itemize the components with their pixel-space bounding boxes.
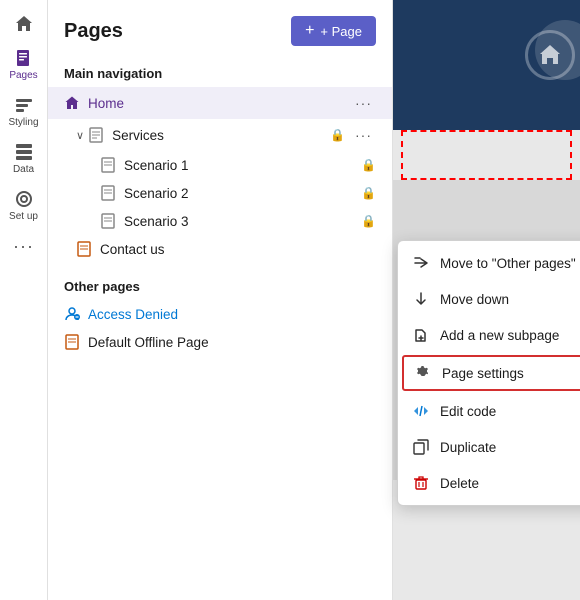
scenario2-icon [100, 185, 116, 201]
main-nav-section-label: Main navigation [48, 58, 392, 87]
add-subpage-label: Add a new subpage [440, 328, 559, 343]
move-down-label: Move down [440, 292, 509, 307]
main-panel: Pages + + Page Main navigation Home ··· … [48, 0, 393, 600]
services-nav-label: Services [112, 128, 330, 143]
scenario1-label: Scenario 1 [124, 158, 361, 173]
context-menu-item-delete[interactable]: Delete [398, 465, 580, 501]
sidebar-item-setup[interactable]: Set up [0, 183, 47, 228]
services-page-icon [88, 127, 104, 143]
sidebar-setup-label: Set up [9, 211, 38, 222]
scenario1-lock-icon: 🔒 [361, 158, 376, 172]
preview-circle-icon [525, 30, 575, 80]
sidebar-item-pages[interactable]: Pages [0, 42, 47, 87]
home-nav-label: Home [88, 96, 351, 111]
main-nav-list: Home ··· ∨ Services 🔒 ··· Scenario 1 � [48, 87, 392, 263]
offline-label: Default Offline Page [88, 335, 376, 350]
nav-item-scenario3[interactable]: Scenario 3 🔒 [48, 207, 392, 235]
home-actions: ··· [351, 93, 376, 113]
sidebar-item-more[interactable]: ··· [0, 230, 47, 263]
sidebar: Pages Styling Data Set up ··· [0, 0, 48, 600]
pages-header: Pages + + Page [48, 0, 392, 58]
services-actions: 🔒 ··· [330, 125, 376, 145]
sidebar-styling-label: Styling [8, 117, 38, 128]
access-denied-icon [64, 306, 80, 322]
scenario2-actions: 🔒 [361, 186, 376, 200]
other-pages-list: Access Denied Default Offline Page [48, 300, 392, 356]
more-icon: ··· [13, 236, 34, 257]
move-down-icon [412, 290, 430, 308]
move-other-label: Move to "Other pages" [440, 256, 576, 271]
scenario1-icon [100, 157, 116, 173]
sidebar-data-label: Data [13, 164, 34, 175]
delete-label: Delete [440, 476, 479, 491]
nav-item-services[interactable]: ∨ Services 🔒 ··· [48, 119, 392, 151]
sidebar-item-data[interactable]: Data [0, 136, 47, 181]
scenario3-label: Scenario 3 [124, 214, 361, 229]
services-chevron-icon: ∨ [76, 129, 84, 142]
scenario3-actions: 🔒 [361, 214, 376, 228]
page-settings-label: Page settings [442, 366, 524, 381]
duplicate-label: Duplicate [440, 440, 496, 455]
home-icon [14, 14, 34, 34]
services-more-button[interactable]: ··· [351, 125, 376, 145]
contact-icon [76, 241, 92, 257]
duplicate-icon [412, 438, 430, 456]
scenario2-lock-icon: 🔒 [361, 186, 376, 200]
scenario1-actions: 🔒 [361, 158, 376, 172]
setup-icon [14, 189, 34, 209]
data-icon [14, 142, 34, 162]
nav-item-access-denied[interactable]: Access Denied [48, 300, 392, 328]
move-other-icon [412, 254, 430, 272]
pages-icon [14, 48, 34, 68]
add-page-button[interactable]: + + Page [291, 16, 376, 46]
scenario3-lock-icon: 🔒 [361, 214, 376, 228]
preview-red-outline [401, 130, 572, 180]
add-page-label: + Page [320, 24, 362, 39]
context-menu-item-page-settings[interactable]: Page settings [402, 355, 580, 391]
preview-header [393, 0, 580, 130]
plus-icon: + [305, 22, 314, 40]
home-more-button[interactable]: ··· [351, 93, 376, 113]
nav-item-scenario1[interactable]: Scenario 1 🔒 [48, 151, 392, 179]
nav-item-contact[interactable]: Contact us [48, 235, 392, 263]
context-menu: Move to "Other pages" Move down Add a ne… [397, 240, 580, 506]
access-denied-label: Access Denied [88, 307, 376, 322]
delete-icon [412, 474, 430, 492]
context-menu-item-add-subpage[interactable]: Add a new subpage [398, 317, 580, 353]
edit-code-icon [412, 402, 430, 420]
edit-code-label: Edit code [440, 404, 496, 419]
nav-item-scenario2[interactable]: Scenario 2 🔒 [48, 179, 392, 207]
page-title: Pages [64, 20, 123, 43]
add-subpage-icon [412, 326, 430, 344]
context-menu-item-edit-code[interactable]: Edit code [398, 393, 580, 429]
gear-icon [414, 364, 432, 382]
nav-item-home[interactable]: Home ··· [48, 87, 392, 119]
context-menu-item-duplicate[interactable]: Duplicate [398, 429, 580, 465]
context-menu-item-move-down[interactable]: Move down [398, 281, 580, 317]
services-lock-icon: 🔒 [330, 128, 345, 142]
sidebar-pages-label: Pages [9, 70, 37, 81]
nav-item-offline[interactable]: Default Offline Page [48, 328, 392, 356]
scenario3-icon [100, 213, 116, 229]
sidebar-item-styling[interactable]: Styling [0, 89, 47, 134]
context-menu-item-move-other[interactable]: Move to "Other pages" [398, 245, 580, 281]
sidebar-item-home[interactable] [0, 8, 47, 40]
contact-label: Contact us [100, 242, 376, 257]
home-page-icon [64, 95, 80, 111]
offline-icon [64, 334, 80, 350]
other-pages-section-label: Other pages [48, 271, 392, 300]
scenario2-label: Scenario 2 [124, 186, 361, 201]
styling-icon [14, 95, 34, 115]
